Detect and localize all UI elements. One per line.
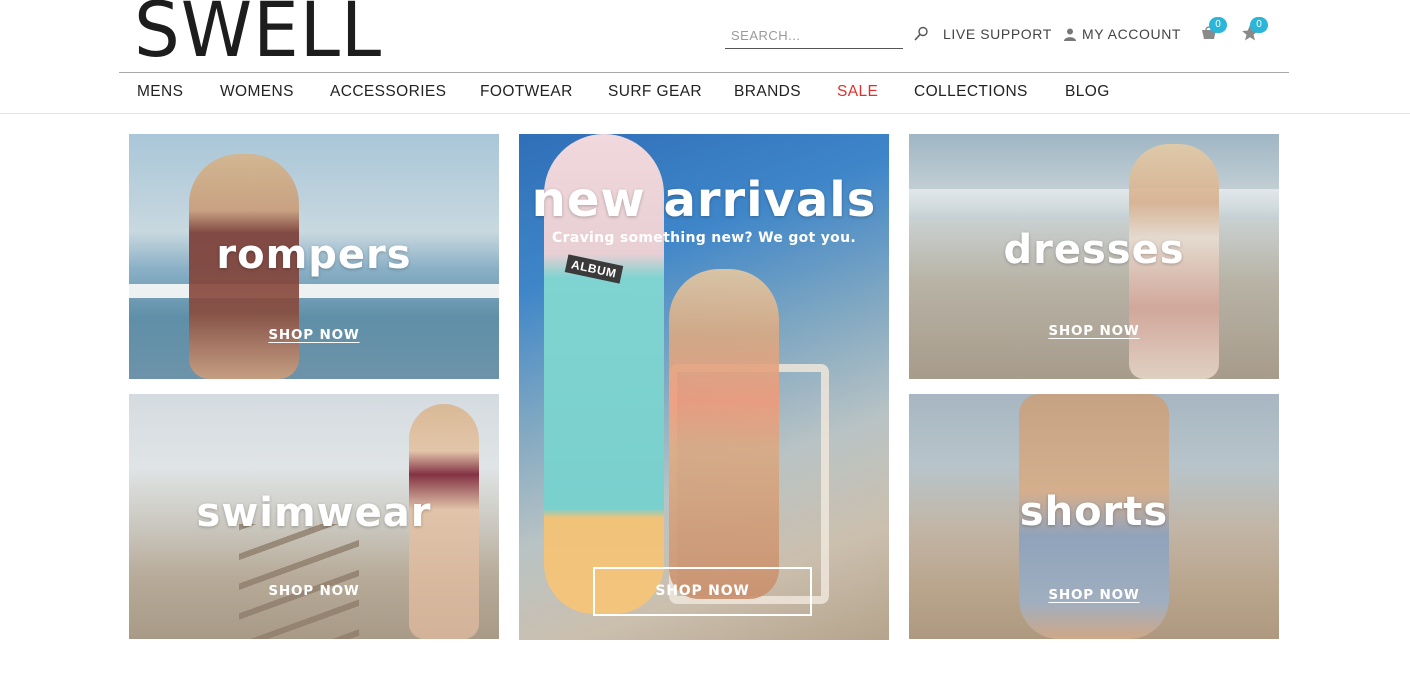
- my-account-label: MY ACCOUNT: [1082, 26, 1182, 42]
- shorts-title: shorts: [1019, 489, 1169, 535]
- rompers-shop-now-link[interactable]: SHOP NOW: [129, 327, 499, 343]
- nav-item-footwear[interactable]: FOOTWEAR: [480, 83, 573, 101]
- dresses-tile[interactable]: dresses SHOP NOW: [909, 134, 1279, 379]
- main-nav: MENS WOMENS ACCESSORIES FOOTWEAR SURF GE…: [119, 73, 1289, 113]
- cart-count-badge: 0: [1209, 17, 1227, 33]
- nav-item-womens[interactable]: WOMENS: [220, 83, 294, 101]
- nav-item-collections[interactable]: COLLECTIONS: [914, 83, 1028, 101]
- railing-image: [129, 284, 499, 298]
- my-account-link[interactable]: MY ACCOUNT: [1064, 26, 1181, 42]
- live-support-link[interactable]: LIVE SUPPORT: [943, 26, 1052, 42]
- dresses-title: dresses: [1003, 227, 1185, 273]
- rompers-title: rompers: [216, 232, 412, 278]
- new-arrivals-subtitle: Craving something new? We got you.: [552, 230, 856, 246]
- shorts-shop-now-link[interactable]: SHOP NOW: [909, 587, 1279, 603]
- rompers-tile[interactable]: rompers SHOP NOW: [129, 134, 499, 379]
- nav-item-sale[interactable]: SALE: [837, 83, 878, 101]
- nav-item-surf-gear[interactable]: SURF GEAR: [608, 83, 702, 101]
- swimwear-shop-now-link[interactable]: SHOP NOW: [129, 583, 499, 599]
- new-arrivals-title: new arrivals: [531, 172, 877, 228]
- user-icon: [1064, 28, 1076, 41]
- nav-item-brands[interactable]: BRANDS: [734, 83, 801, 101]
- wave-image: [909, 189, 1279, 219]
- wishlist-count-badge: 0: [1250, 17, 1268, 33]
- stairs-image: [239, 524, 359, 639]
- search-icon[interactable]: [912, 25, 930, 43]
- nav-divider: [0, 113, 1410, 114]
- board-label: ALBUM: [564, 254, 624, 284]
- search-field[interactable]: [725, 22, 903, 49]
- search-input[interactable]: [725, 22, 903, 48]
- model-image: [669, 269, 779, 599]
- new-arrivals-tile[interactable]: ALBUM new arrivals Craving something new…: [519, 134, 889, 640]
- nav-item-blog[interactable]: BLOG: [1065, 83, 1110, 101]
- swimwear-title: swimwear: [196, 490, 432, 536]
- nav-item-accessories[interactable]: ACCESSORIES: [330, 83, 446, 101]
- shorts-tile[interactable]: shorts SHOP NOW: [909, 394, 1279, 639]
- swimwear-tile[interactable]: swimwear SHOP NOW: [129, 394, 499, 639]
- dresses-shop-now-link[interactable]: SHOP NOW: [909, 323, 1279, 339]
- nav-item-mens[interactable]: MENS: [137, 83, 183, 101]
- site-logo[interactable]: SWELL: [134, 0, 382, 68]
- new-arrivals-shop-now-button[interactable]: SHOP NOW: [593, 567, 812, 616]
